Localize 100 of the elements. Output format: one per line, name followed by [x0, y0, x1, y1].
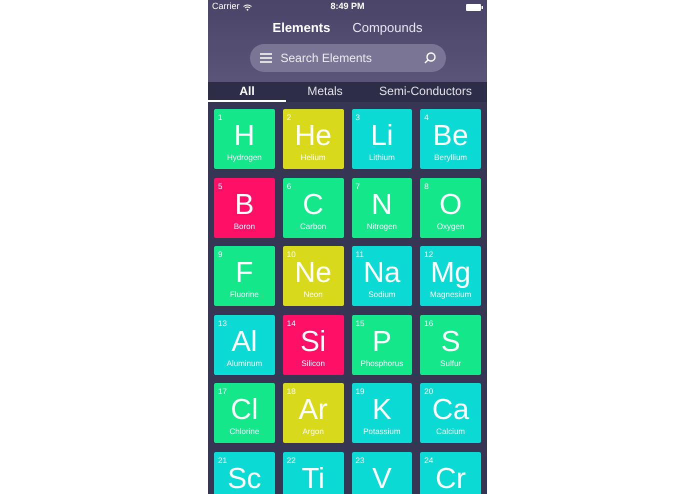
atomic-number: 16 — [424, 318, 434, 330]
top-tab[interactable]: Elements — [272, 18, 330, 38]
element-symbol: Cl — [230, 395, 258, 425]
element-tile[interactable]: 1 H Hydrogen — [214, 109, 275, 169]
element-symbol: V — [372, 464, 392, 494]
element-symbol: C — [302, 190, 324, 220]
element-symbol: Ti — [302, 464, 325, 494]
element-symbol: S — [440, 326, 460, 356]
element-name: Fluorine — [230, 290, 259, 300]
search-bar[interactable]: Search Elements — [250, 44, 446, 72]
element-tile[interactable]: 22 Ti — [282, 452, 344, 494]
element-tile[interactable]: 23 V — [352, 452, 412, 494]
atomic-number: 24 — [424, 454, 434, 466]
element-name: Sulfur — [440, 358, 462, 368]
element-name: Helium — [300, 153, 326, 163]
element-name: Potassium — [363, 427, 401, 437]
category-tab[interactable]: Semi-Conductors — [364, 82, 487, 102]
element-symbol: Be — [432, 121, 468, 151]
element-name: Argon — [302, 427, 324, 437]
element-tile[interactable]: 3 Li Lithium — [352, 109, 412, 169]
atomic-number: 18 — [286, 386, 296, 398]
battery-icon — [466, 4, 483, 10]
atomic-number: 9 — [218, 249, 222, 261]
element-name: Oxygen — [436, 222, 464, 232]
atomic-number: 8 — [424, 180, 429, 192]
atomic-number: 12 — [424, 249, 434, 261]
element-symbol: Si — [300, 326, 326, 356]
element-tile[interactable]: 12 Mg Magnesium — [420, 246, 481, 306]
element-symbol: Al — [231, 326, 258, 356]
atomic-number: 3 — [356, 112, 360, 124]
element-name: Magnesium — [430, 290, 472, 300]
element-symbol: K — [372, 395, 392, 425]
atomic-number: 11 — [356, 249, 364, 261]
element-symbol: Ar — [298, 395, 328, 425]
element-name: Beryllium — [434, 153, 468, 163]
element-tile[interactable]: 2 He Helium — [282, 109, 344, 169]
element-tile[interactable]: 4 Be Beryllium — [420, 109, 481, 169]
element-tile[interactable]: 14 Si Silicon — [282, 314, 344, 374]
element-symbol: He — [294, 121, 332, 151]
atomic-number: 23 — [356, 454, 364, 466]
search-field[interactable]: Search Elements — [280, 49, 414, 67]
wifi-icon — [242, 4, 252, 10]
atomic-number: 19 — [356, 386, 364, 398]
menu-icon[interactable] — [260, 53, 272, 63]
element-symbol: B — [234, 190, 254, 220]
element-tile[interactable]: 8 O Oxygen — [420, 178, 481, 238]
element-tile[interactable]: 24 Cr — [420, 452, 481, 494]
element-name: Carbon — [300, 222, 326, 232]
category-tab[interactable]: Metals — [286, 82, 364, 102]
element-name: Lithium — [368, 153, 395, 163]
atomic-number: 6 — [286, 180, 292, 192]
element-tile[interactable]: 9 F Fluorine — [214, 246, 275, 306]
element-symbol: H — [234, 121, 255, 151]
search-icon[interactable] — [424, 52, 436, 64]
element-tile[interactable]: 21 Sc — [214, 452, 275, 494]
element-symbol: P — [372, 326, 392, 356]
element-name: Aluminum — [226, 358, 262, 368]
element-name: Sodium — [368, 290, 396, 300]
element-tile[interactable]: 7 N Nitrogen — [352, 178, 412, 238]
atomic-number: 2 — [286, 112, 292, 124]
element-symbol: Li — [370, 121, 394, 151]
element-tile[interactable]: 19 K Potassium — [352, 383, 412, 443]
category-tab[interactable]: All — [208, 82, 286, 102]
atomic-number: 17 — [218, 386, 227, 398]
element-symbol: Mg — [430, 258, 471, 288]
element-symbol: Na — [363, 258, 400, 288]
element-tile[interactable]: 15 P Phosphorus — [352, 314, 412, 374]
element-symbol: N — [371, 190, 392, 220]
atomic-number: 4 — [424, 112, 429, 124]
element-tile[interactable]: 6 C Carbon — [282, 178, 344, 238]
element-tile[interactable]: 13 Al Aluminum — [214, 314, 275, 374]
atomic-number: 7 — [356, 180, 360, 192]
element-name: Calcium — [436, 427, 466, 437]
element-tile[interactable]: 17 Cl Chlorine — [214, 383, 275, 443]
atomic-number: 14 — [286, 318, 296, 330]
element-tile[interactable]: 20 Ca Calcium — [420, 383, 481, 443]
element-name: Silicon — [301, 358, 325, 368]
atomic-number: 10 — [286, 249, 296, 261]
atomic-number: 22 — [286, 454, 296, 466]
element-tile[interactable]: 10 Ne Neon — [282, 246, 344, 306]
element-symbol: O — [439, 190, 462, 220]
element-symbol: Ne — [294, 258, 332, 288]
element-tile[interactable]: 18 Ar Argon — [282, 383, 344, 443]
atomic-number: 1 — [218, 112, 222, 124]
atomic-number: 13 — [218, 318, 227, 330]
element-symbol: Ca — [432, 395, 470, 425]
atomic-number: 5 — [218, 180, 222, 192]
element-symbol: F — [236, 258, 254, 288]
time-label: 8:49 PM — [330, 0, 364, 14]
element-name: Neon — [304, 290, 323, 300]
carrier-label: Carrier — [212, 0, 240, 14]
element-name: Nitrogen — [366, 222, 397, 232]
element-symbol: Cr — [435, 464, 466, 494]
element-tile[interactable]: 5 B Boron — [214, 178, 275, 238]
element-tile[interactable]: 11 Na Sodium — [352, 246, 412, 306]
atomic-number: 15 — [356, 318, 364, 330]
element-name: Hydrogen — [227, 153, 262, 163]
atomic-number: 20 — [424, 386, 434, 398]
top-tab[interactable]: Compounds — [352, 18, 422, 38]
element-tile[interactable]: 16 S Sulfur — [420, 314, 481, 374]
